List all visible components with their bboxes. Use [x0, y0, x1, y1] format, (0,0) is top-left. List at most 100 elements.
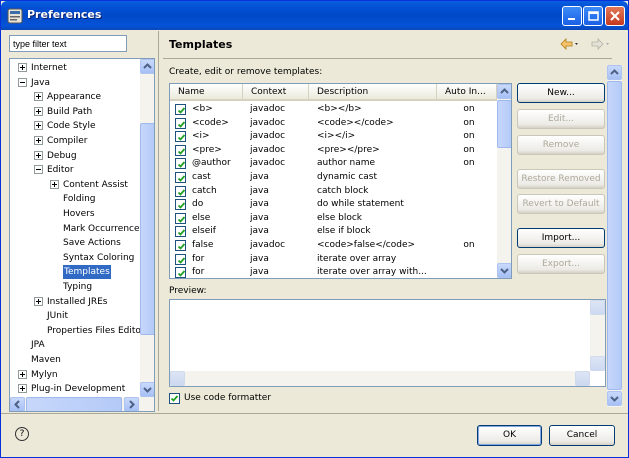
column-header-auto-insert[interactable]: Auto In... [437, 84, 497, 101]
cell-description: catch block [317, 185, 369, 196]
tree-vertical-scrollbar[interactable] [140, 59, 154, 397]
table-row[interactable]: <b> javadoc <b></b> on [170, 103, 497, 117]
template-enabled-checkbox[interactable] [175, 212, 186, 224]
title-bar[interactable]: Preferences [1, 1, 628, 30]
cell-name: do [192, 199, 204, 210]
templates-table[interactable]: Name Context Description Auto In... <b> j… [169, 83, 512, 279]
chevron-up-icon [500, 88, 509, 94]
table-row[interactable]: <i> javadoc <i></i> on [170, 130, 497, 144]
template-enabled-checkbox[interactable] [175, 158, 186, 170]
template-enabled-checkbox[interactable] [175, 199, 186, 211]
use-code-formatter-checkbox[interactable] [169, 393, 180, 404]
revert-to-default-button[interactable]: Revert to Default [517, 194, 605, 214]
expand-icon[interactable] [18, 384, 27, 394]
table-row[interactable]: else java else block [170, 212, 497, 226]
cancel-button[interactable]: Cancel [549, 425, 615, 446]
table-row[interactable]: elseif java else if block [170, 225, 497, 239]
template-enabled-checkbox[interactable] [175, 185, 186, 197]
table-row[interactable]: catch java catch block [170, 185, 497, 199]
new-button[interactable]: New... [517, 83, 605, 103]
expand-icon[interactable] [34, 150, 43, 160]
template-enabled-checkbox[interactable] [175, 267, 186, 278]
template-enabled-checkbox[interactable] [175, 117, 186, 129]
scroll-down-button[interactable] [140, 382, 154, 397]
tree-hscroll-thumb[interactable] [26, 397, 122, 411]
preview-scroll-left-button[interactable] [170, 371, 185, 386]
cell-context: javadoc [250, 240, 286, 250]
expand-icon[interactable] [34, 296, 43, 306]
tree-item-label: Templates [63, 265, 111, 280]
template-enabled-checkbox[interactable] [175, 131, 186, 143]
column-header-description[interactable]: Description [309, 84, 437, 101]
page-scroll-thumb[interactable] [607, 81, 622, 390]
forward-arrow-icon[interactable] [590, 38, 612, 50]
expand-icon[interactable] [34, 92, 43, 102]
chevron-left-icon [14, 400, 20, 409]
table-vertical-scrollbar[interactable] [497, 84, 511, 278]
preview-scroll-up-button[interactable] [590, 300, 605, 315]
page-vertical-scrollbar[interactable] [607, 65, 622, 407]
tree-scroll-thumb[interactable] [140, 123, 154, 335]
expand-icon[interactable] [50, 179, 59, 189]
column-header-name[interactable]: Name [170, 84, 243, 101]
remove-button[interactable]: Remove [517, 135, 605, 155]
template-enabled-checkbox[interactable] [175, 240, 186, 251]
filter-input[interactable] [9, 35, 127, 52]
cell-context: javadoc [250, 131, 286, 142]
chevron-down-icon [143, 387, 152, 393]
back-arrow-icon[interactable] [559, 38, 581, 50]
ok-button[interactable]: OK [477, 425, 542, 446]
tree-item-label: Java [31, 77, 51, 88]
scroll-left-button[interactable] [10, 397, 25, 411]
table-row[interactable]: false javadoc <code>false</code> on [170, 239, 497, 253]
expand-icon[interactable] [18, 369, 27, 379]
template-enabled-checkbox[interactable] [175, 172, 186, 183]
help-icon[interactable]: ? [15, 427, 29, 441]
collapse-icon[interactable] [18, 77, 27, 87]
import-button[interactable]: Import... [517, 228, 605, 248]
minimize-button[interactable] [562, 6, 582, 26]
table-row[interactable]: <code> javadoc <code></code> on [170, 117, 497, 131]
close-button[interactable] [605, 6, 625, 26]
table-row[interactable]: cast java dynamic cast [170, 171, 497, 185]
scroll-right-button[interactable] [124, 397, 139, 411]
column-context-label: Context [251, 87, 287, 97]
cell-name: catch [192, 185, 217, 196]
scroll-up-button[interactable] [140, 59, 154, 74]
table-row[interactable]: for java iterate over array with... [170, 266, 497, 278]
expand-icon[interactable] [34, 121, 43, 131]
template-enabled-checkbox[interactable] [175, 144, 186, 156]
template-enabled-checkbox[interactable] [175, 253, 186, 265]
cell-auto: on [463, 117, 475, 128]
tree-horizontal-scrollbar[interactable] [10, 397, 154, 411]
template-enabled-checkbox[interactable] [175, 226, 186, 238]
preview-scroll-right-button[interactable] [575, 371, 590, 386]
template-enabled-checkbox[interactable] [175, 104, 186, 115]
table-row[interactable]: @author javadoc author name on [170, 157, 497, 171]
preview-vertical-scrollbar[interactable] [590, 300, 605, 371]
tree-item-label: Save Actions [63, 238, 121, 249]
export-button[interactable]: Export... [517, 254, 605, 274]
restore-removed-button[interactable]: Restore Removed [517, 169, 605, 189]
expand-icon[interactable] [18, 63, 27, 72]
panel-sash[interactable] [158, 31, 162, 411]
page-scroll-down-button[interactable] [607, 391, 622, 406]
table-scroll-thumb[interactable] [497, 100, 511, 148]
maximize-button[interactable] [583, 6, 603, 26]
table-row[interactable]: <pre> javadoc <pre></pre> on [170, 144, 497, 158]
preferences-tree[interactable]: Internet Java Appearance Build Path Code Sty… [9, 58, 155, 412]
table-row[interactable]: do java do while statement [170, 198, 497, 212]
table-scroll-down-button[interactable] [497, 263, 511, 278]
collapse-icon[interactable] [34, 165, 43, 175]
preview-area[interactable] [169, 299, 606, 387]
expand-icon[interactable] [34, 106, 43, 116]
column-header-context[interactable]: Context [243, 84, 309, 101]
chevron-down-icon [500, 268, 509, 274]
expand-icon[interactable] [34, 136, 43, 145]
edit-button[interactable]: Edit... [517, 109, 605, 129]
table-row[interactable]: for java iterate over array [170, 253, 497, 267]
preview-horizontal-scrollbar[interactable] [170, 371, 590, 386]
preview-scroll-down-button[interactable] [590, 356, 605, 371]
page-scroll-up-button[interactable] [607, 65, 622, 80]
table-scroll-up-button[interactable] [497, 84, 511, 99]
